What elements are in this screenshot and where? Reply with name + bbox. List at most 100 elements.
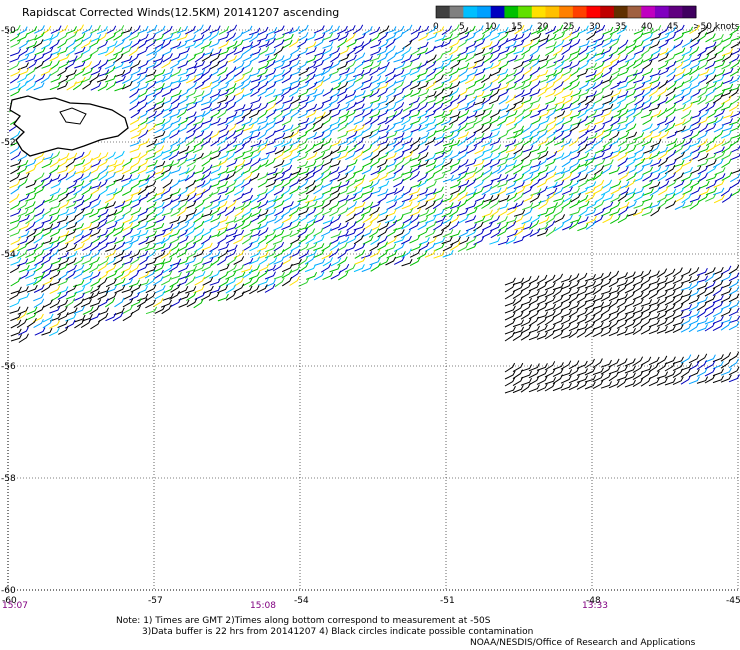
- wind-barb: [280, 186, 292, 197]
- wind-barb: [18, 172, 30, 181]
- wind-barb: [520, 151, 532, 162]
- wind-barb: [161, 88, 173, 97]
- wind-barb: [105, 264, 117, 273]
- scale-label: 5: [459, 22, 465, 32]
- wind-barb: [714, 60, 726, 69]
- wind-barb: [74, 61, 86, 69]
- wind-barb: [546, 53, 558, 62]
- y-tick-label: -56: [1, 362, 16, 372]
- wind-barb: [608, 95, 620, 105]
- wind-barb: [730, 173, 740, 183]
- wind-barb: [522, 145, 534, 153]
- wind-barb: [434, 173, 446, 181]
- wind-barb: [674, 47, 686, 56]
- wind-barb: [561, 157, 572, 168]
- scale-swatch: [613, 6, 629, 18]
- wind-barb: [154, 75, 166, 84]
- wind-barb: [209, 146, 221, 155]
- wind-barb: [185, 276, 196, 286]
- wind-barb: [242, 131, 254, 141]
- wind-barb: [386, 52, 397, 62]
- wind-barb: [170, 166, 182, 174]
- wind-barb: [617, 45, 628, 56]
- time-label: 13:33: [582, 601, 608, 611]
- wind-barb: [408, 96, 420, 106]
- wind-barb: [74, 166, 86, 175]
- wind-barb: [34, 25, 45, 34]
- wind-barb: [370, 40, 382, 49]
- wind-barb: [65, 171, 77, 181]
- x-tick-label: -54: [294, 596, 309, 606]
- wind-barb: [385, 243, 397, 252]
- wind-barb: [546, 187, 558, 197]
- wind-barb: [570, 118, 582, 126]
- wind-barb: [177, 174, 190, 183]
- wind-barb: [449, 74, 460, 84]
- wind-barb: [529, 153, 542, 162]
- wind-barb: [353, 116, 365, 125]
- wind-barbs: [8, 23, 740, 394]
- wind-barb: [505, 117, 517, 126]
- wind-barb: [490, 144, 502, 153]
- wind-barb: [385, 159, 397, 168]
- wind-barb: [330, 75, 342, 84]
- wind-barb: [673, 89, 685, 98]
- wind-barb: [393, 223, 405, 231]
- wind-barb: [417, 172, 428, 182]
- wind-barb: [266, 95, 278, 105]
- wind-barb: [73, 173, 84, 183]
- wind-barb: [154, 237, 166, 245]
- wind-barb: [592, 380, 604, 390]
- wind-barb: [640, 110, 653, 119]
- wind-barb: [473, 90, 485, 99]
- wind-barb: [305, 61, 317, 71]
- wind-barb: [466, 110, 478, 120]
- wind-barb: [82, 271, 94, 280]
- wind-barb: [306, 151, 318, 161]
- wind-barb: [554, 32, 565, 41]
- wind-barb: [130, 188, 142, 196]
- wind-barb: [218, 264, 230, 272]
- wind-barb: [146, 80, 157, 91]
- wind-barb: [121, 178, 133, 188]
- wind-barb: [730, 144, 740, 153]
- wind-barb: [10, 208, 22, 217]
- wind-barb: [25, 159, 37, 168]
- wind-barb: [241, 212, 252, 223]
- wind-barb: [65, 39, 77, 49]
- wind-barb: [521, 216, 533, 225]
- wind-barb: [242, 33, 254, 42]
- wind-barb: [482, 171, 493, 182]
- scale-swatch: [531, 6, 546, 18]
- wind-barb: [417, 178, 428, 188]
- wind-barb: [320, 263, 332, 273]
- wind-barb: [577, 223, 589, 232]
- wind-barb: [250, 201, 262, 211]
- wind-barb: [16, 318, 28, 329]
- wind-barb: [297, 38, 308, 48]
- wind-barb: [370, 136, 381, 146]
- wind-barb: [496, 186, 508, 196]
- wind-barb: [386, 236, 397, 245]
- scale-swatch: [641, 6, 656, 18]
- wind-barb: [257, 178, 269, 188]
- wind-barb: [298, 213, 309, 223]
- wind-barb: [490, 173, 502, 182]
- wind-barb: [224, 95, 236, 105]
- wind-barb: [41, 40, 52, 50]
- wind-barb: [434, 34, 446, 42]
- wind-barb: [656, 107, 668, 118]
- wind-barb: [425, 80, 437, 90]
- wind-barb: [370, 96, 382, 104]
- wind-barb: [545, 191, 556, 202]
- wind-barb: [33, 222, 45, 231]
- wind-barb: [633, 192, 645, 202]
- wind-barb: [64, 319, 76, 329]
- wind-barb: [152, 59, 164, 69]
- wind-barb: [632, 68, 645, 76]
- wind-barb: [730, 35, 740, 42]
- scale-swatch: [449, 6, 464, 18]
- wind-barb: [258, 61, 270, 70]
- wind-barb: [568, 137, 580, 147]
- wind-barb: [178, 47, 190, 55]
